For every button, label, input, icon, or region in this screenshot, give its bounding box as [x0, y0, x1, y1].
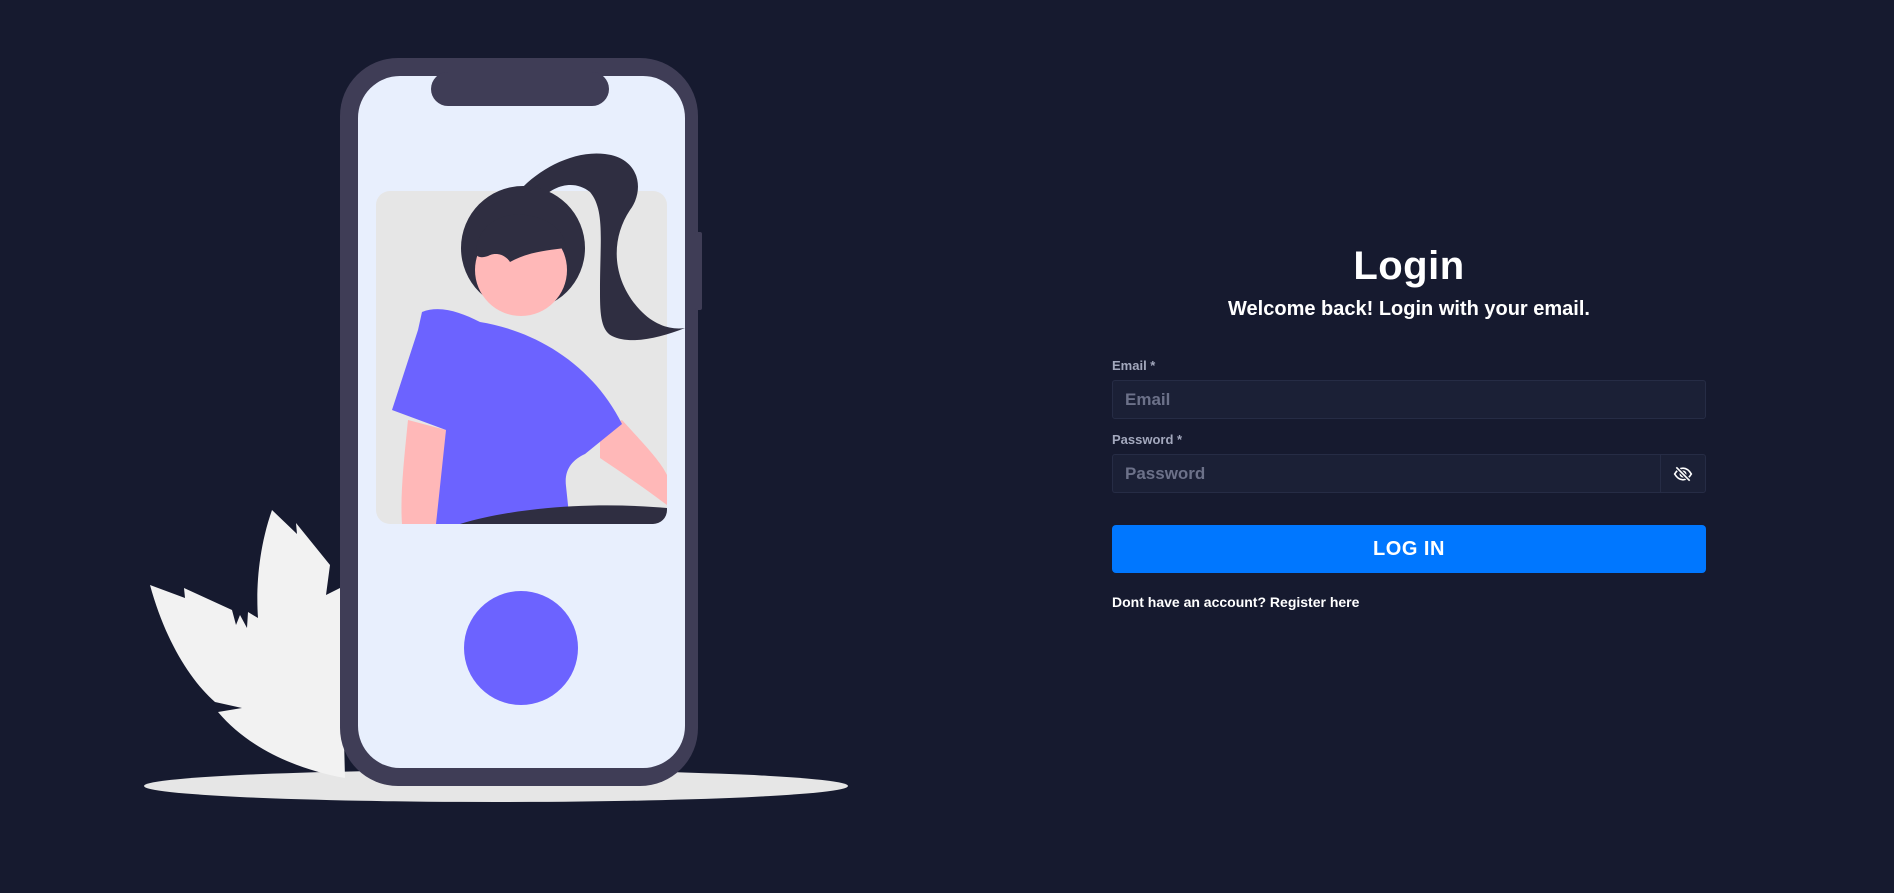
- register-link[interactable]: Register here: [1270, 594, 1359, 610]
- password-row: [1112, 454, 1706, 493]
- password-visibility-toggle[interactable]: [1660, 454, 1706, 493]
- phone-home-circle: [464, 591, 578, 705]
- login-form: Login Welcome back! Login with your emai…: [1112, 238, 1706, 611]
- register-prompt: Dont have an account?: [1112, 594, 1267, 610]
- login-page: Login Welcome back! Login with your emai…: [0, 0, 1894, 893]
- leaf-shape: [150, 510, 345, 778]
- password-field[interactable]: [1112, 454, 1660, 493]
- email-label: Email *: [1112, 358, 1156, 373]
- login-button[interactable]: LOG IN: [1112, 525, 1706, 573]
- login-illustration: [0, 0, 900, 893]
- eye-slash-icon: [1673, 465, 1693, 482]
- phone-side-button: [695, 232, 702, 310]
- password-label: Password *: [1112, 432, 1183, 447]
- register-prompt-row: Dont have an account? Register here: [1112, 593, 1706, 611]
- phone-illustration: [144, 58, 848, 802]
- page-subtitle: Welcome back! Login with your email.: [1228, 298, 1590, 320]
- email-field[interactable]: [1112, 380, 1706, 419]
- phone-notch: [431, 72, 609, 106]
- page-title: Login: [1353, 244, 1465, 288]
